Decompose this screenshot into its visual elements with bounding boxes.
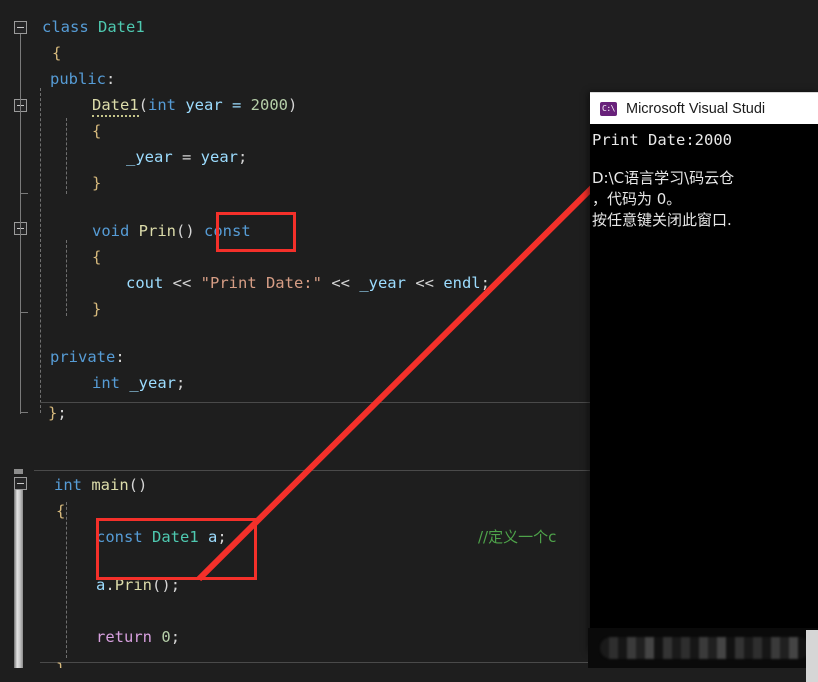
tok-ident: _year [359,274,406,292]
tok-keyword: class [42,18,98,36]
code-line: { [56,498,65,524]
code-line: cout << "Print Date:" << _year << endl; [126,270,490,296]
code-line: { [52,40,61,66]
tok-keyword: public [50,70,106,88]
editor-bottom-edge [0,668,818,682]
code-line: int main() [54,472,147,498]
fold-end-tick-prin [20,312,28,313]
console-window[interactable]: Microsoft Visual Studi Print Date:2000 D… [590,92,818,652]
indent-guide-4 [66,502,67,658]
code-line: public: [50,66,115,92]
change-bar-main [14,490,23,670]
change-bar-cap [14,469,23,474]
console-title-bar[interactable]: Microsoft Visual Studi [590,92,818,124]
tok-space [152,628,161,646]
fold-toggle-main-icon[interactable] [14,477,27,490]
tok-punct: () [176,222,195,240]
console-exit-code-line: ，代码为 0。 [592,190,682,208]
tok-space [129,222,138,240]
tok-keyword: int [92,374,120,392]
region-separator-3 [40,662,620,663]
fold-end-tick-ctor [20,193,28,194]
tok-punct: ; [176,374,186,392]
tok-brace: { [52,44,62,62]
code-line: return 0; [96,624,180,650]
fold-line-class-long [20,34,21,414]
fold-end-tick-class [20,412,28,413]
tok-punct: : [115,348,125,366]
inline-comment: //定义一个c [478,528,557,546]
fold-toggle-class-icon[interactable] [14,21,27,34]
desktop-right-edge [806,630,818,682]
code-line: int _year; [92,370,185,396]
const-qualifier-box [216,212,296,252]
code-line: } [92,170,101,196]
tok-ident: year = [176,96,251,114]
console-app-icon [600,101,617,116]
tok-constructor-name: Date1 [92,96,139,117]
tok-punct: ) [288,96,298,114]
tok-op: << [321,274,360,292]
console-output-line: Print Date:2000 [592,131,732,149]
tok-endl: endl [443,274,481,292]
console-output-area[interactable]: Print Date:2000 D:\C语言学习\码云仓 ，代码为 0。 按任意… [590,124,818,652]
tok-op: << [163,274,201,292]
console-window-title: Microsoft Visual Studi [626,100,766,117]
tok-number: 2000 [250,96,288,114]
const-object-decl-box [96,518,257,580]
tok-space [82,476,91,494]
code-line: }; [48,400,67,426]
region-separator [40,402,620,403]
tok-brace: { [92,122,102,140]
tok-ident: _year [126,148,173,166]
tok-string: "Print Date:" [200,274,322,292]
screenshot-root: class Date1 { public: Date1(int year = 2… [0,0,818,682]
tok-number: 0 [161,628,171,646]
tok-op: << [405,274,444,292]
tok-keyword: private [50,348,116,366]
tok-cout: cout [126,274,164,292]
tok-punct: ; [170,628,181,646]
tok-punct: ; [238,148,248,166]
indent-guide-3 [66,240,67,316]
tok-punct: () [128,476,148,494]
code-line: { [92,118,101,144]
region-separator-2 [34,470,620,471]
tok-brace: { [92,248,102,266]
tok-op: = [172,148,201,166]
indent-guide-1 [40,88,41,413]
tok-keyword: int [148,96,177,114]
tok-keyword: int [54,476,82,494]
tok-punct: ; [480,274,490,292]
tok-brace: } [48,404,58,422]
tok-method-name: Prin [138,222,176,240]
tok-type: Date1 [98,18,145,36]
code-line: private: [50,344,125,370]
editor-gutter[interactable] [0,0,34,682]
tok-ident: year [200,148,238,166]
blurred-taskbar-strip [600,637,810,659]
indent-guide-2 [66,118,67,194]
code-line: } [92,296,101,322]
tok-punct: ( [138,96,149,114]
console-path-line: D:\C语言学习\码云仓 [592,169,735,187]
tok-brace: { [56,502,66,520]
tok-ident: _year [120,374,176,392]
tok-space [195,222,204,240]
tok-main-name: main [91,476,129,494]
code-line: _year = year; [126,144,247,170]
code-line: class Date1 [42,14,145,40]
tok-brace: } [92,300,102,318]
tok-return-keyword: return [96,628,152,646]
console-press-key-line: 按任意键关闭此窗口. [592,211,732,229]
tok-brace: } [92,174,102,192]
tok-punct: ; [57,404,67,422]
tok-punct: : [106,70,116,88]
tok-keyword: void [92,222,130,240]
code-line: { [92,244,101,270]
code-line: Date1(int year = 2000) [92,92,297,118]
